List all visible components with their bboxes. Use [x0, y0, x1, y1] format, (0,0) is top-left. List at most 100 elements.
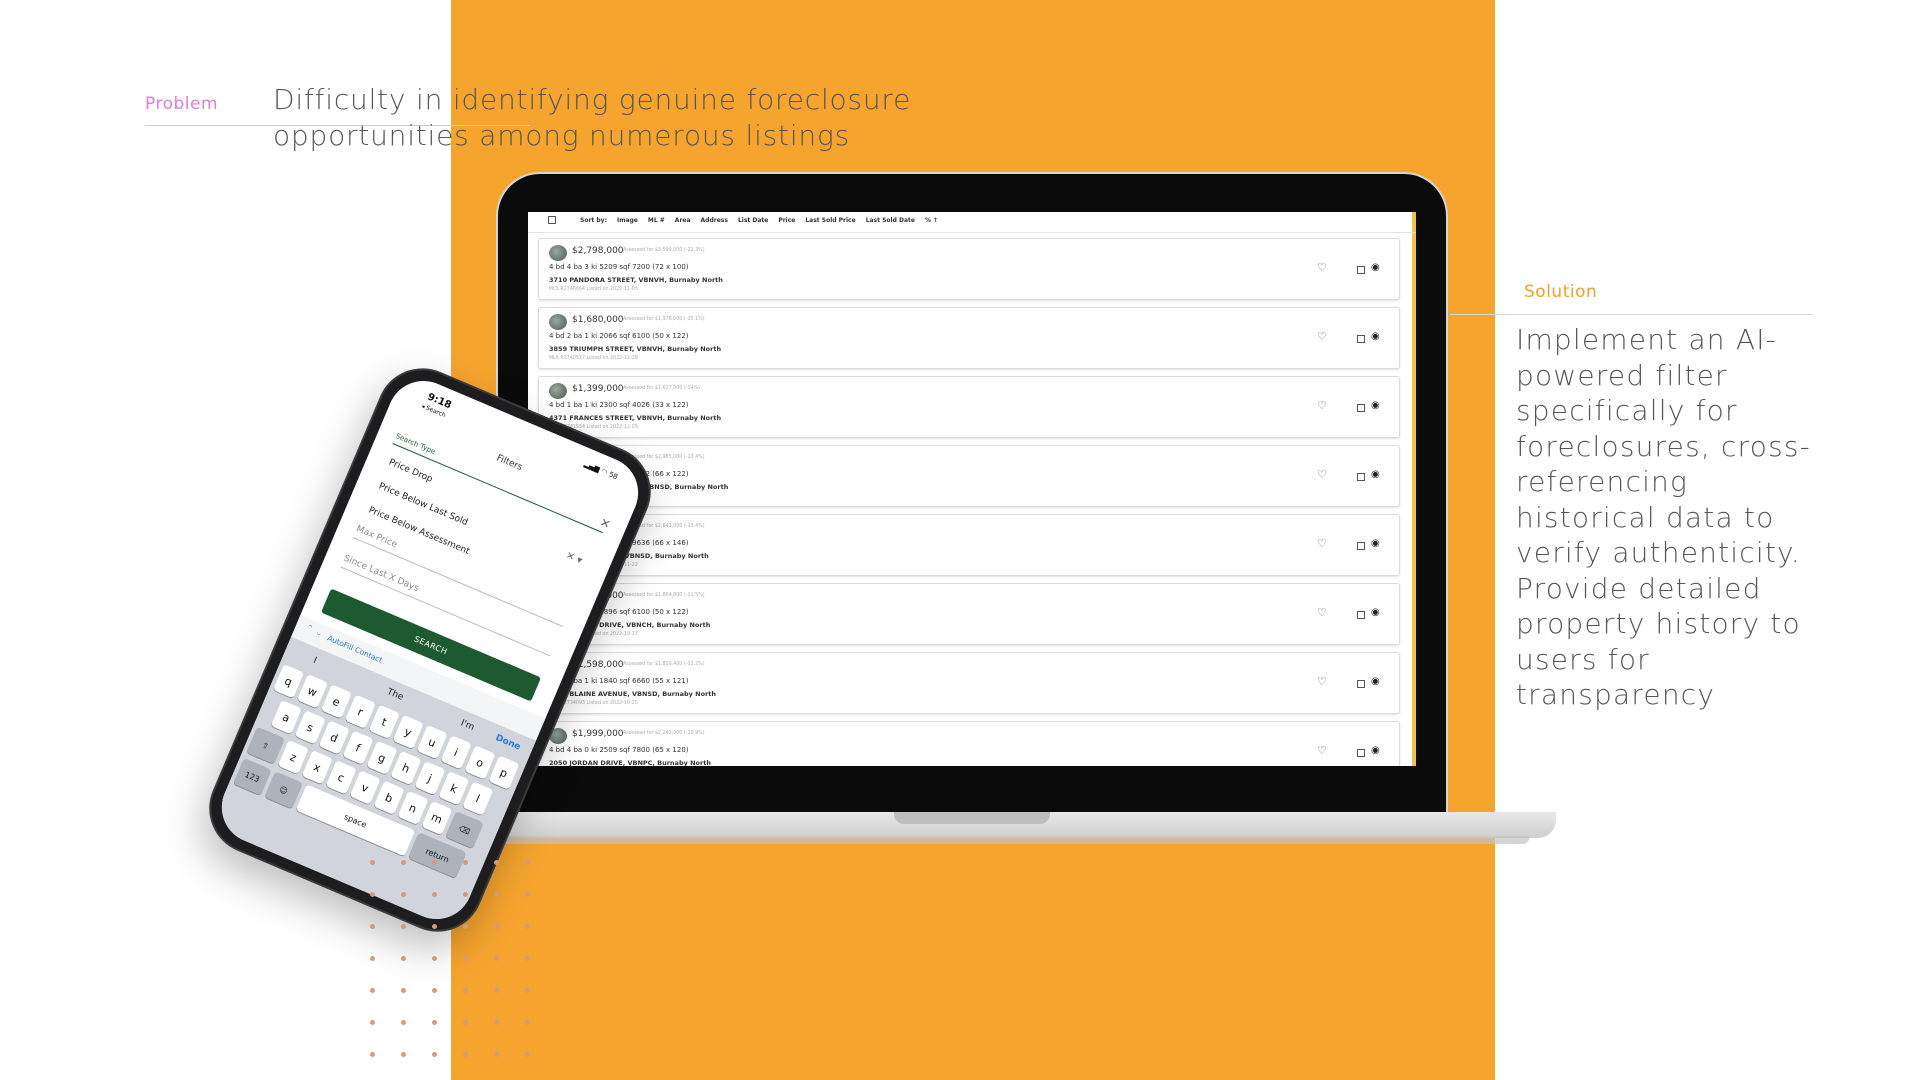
screen-edge	[1412, 212, 1416, 766]
listing-assessed: Assessed for $1,800,400 (-11.2%)	[623, 662, 705, 667]
decorative-dot	[370, 892, 375, 897]
listing-checkbox[interactable]	[1357, 542, 1365, 550]
heart-icon[interactable]: ♡	[1317, 330, 1327, 343]
listing-thumbnail[interactable]	[549, 383, 567, 399]
decorative-dot	[401, 860, 406, 865]
sort-percent[interactable]: % ↑	[925, 217, 938, 224]
sort-last-sold-date[interactable]: Last Sold Date	[866, 217, 915, 224]
listing-thumbnail[interactable]	[549, 245, 567, 261]
listing-card[interactable]: $2,798,000 Assessed for $3,599,000 (-22.3…	[538, 238, 1400, 300]
heart-icon[interactable]: ♡	[1317, 261, 1327, 274]
listing-address[interactable]: 3710 PANDORA STREET, VBNVH, Burnaby Nort…	[549, 276, 723, 284]
decorative-dot	[370, 988, 375, 993]
hide-eye-icon[interactable]: ◉	[1371, 400, 1380, 411]
listing-features: 4 bd 4 ba 0 ki 2509 sqf 7800 (65 x 120)	[549, 746, 689, 754]
listing-features: 4 bd 4 ba 3 ki 5209 sqf 7200 (72 x 100)	[549, 263, 689, 271]
decorative-dot	[463, 892, 468, 897]
decorative-dot	[525, 956, 530, 961]
sort-divider	[528, 232, 1416, 233]
listing-card[interactable]: $1,680,000 Assessed for $1,978,000 (-15.1…	[538, 307, 1400, 369]
heart-icon[interactable]: ♡	[1317, 468, 1327, 481]
sort-image[interactable]: Image	[617, 217, 638, 224]
heart-icon[interactable]: ♡	[1317, 675, 1327, 688]
sort-by-label: Sort by:	[580, 216, 607, 224]
decorative-dot	[525, 892, 530, 897]
listing-checkbox[interactable]	[1357, 335, 1365, 343]
hide-eye-icon[interactable]: ◉	[1371, 469, 1380, 480]
heart-icon[interactable]: ♡	[1317, 744, 1327, 757]
listing-address[interactable]: 2050 JORDAN DRIVE, VBNPC, Burnaby North	[549, 759, 711, 766]
sort-list-date[interactable]: List Date	[738, 217, 768, 224]
problem-label: Problem	[145, 94, 219, 114]
decorative-dot	[494, 1020, 499, 1025]
clear-icon[interactable]: ✕ ▾	[564, 550, 584, 567]
listing-mls: MLS R2746664 Listed on 2022-11-03	[549, 287, 638, 292]
hide-eye-icon[interactable]: ◉	[1371, 262, 1380, 273]
hide-eye-icon[interactable]: ◉	[1371, 538, 1380, 549]
listing-checkbox[interactable]	[1357, 404, 1365, 412]
decorative-dot	[370, 1052, 375, 1057]
hide-eye-icon[interactable]: ◉	[1371, 607, 1380, 618]
listing-card[interactable]: $2,288,000Assessed for $2,641,000 (-13.4…	[538, 514, 1400, 576]
option-price-drop[interactable]: Price Drop	[387, 458, 434, 485]
decorative-dot	[432, 860, 437, 865]
listing-card[interactable]: $1,399,000 Assessed for $1,627,000 (-14%)…	[538, 376, 1400, 438]
sort-address[interactable]: Address	[701, 217, 728, 224]
listing-checkbox[interactable]	[1357, 749, 1365, 757]
listing-assessed: Assessed for $1,978,000 (-15.1%)	[623, 317, 705, 322]
listing-thumbnail[interactable]	[549, 314, 567, 330]
decorative-dot	[463, 956, 468, 961]
hide-eye-icon[interactable]: ◉	[1371, 676, 1380, 687]
listing-address[interactable]: 1735 BLAINE AVENUE, VBNSD, Burnaby North	[549, 690, 716, 698]
heart-icon[interactable]: ♡	[1317, 606, 1327, 619]
heart-icon[interactable]: ♡	[1317, 537, 1327, 550]
sort-last-sold-price[interactable]: Last Sold Price	[805, 217, 855, 224]
laptop-shadow	[440, 836, 1530, 844]
decorative-dot-grid	[370, 860, 550, 1070]
listing-mls: MLS R2740517 Listed on 2022-11-28	[549, 356, 638, 361]
heart-icon[interactable]: ♡	[1317, 399, 1327, 412]
listing-card[interactable]: $2,586,000Assessed for $2,985,000 (-13.4…	[538, 445, 1400, 507]
decorative-dot	[494, 956, 499, 961]
listing-checkbox[interactable]	[1357, 611, 1365, 619]
listing-price: $1,680,000	[572, 315, 624, 325]
listing-card[interactable]: $1,598,000 Assessed for $1,800,400 (-11.2…	[538, 652, 1400, 714]
listing-features: 4 bd 1 ba 1 ki 2300 sqf 4026 (33 x 122)	[549, 401, 689, 409]
listing-checkbox[interactable]	[1357, 266, 1365, 274]
listing-address[interactable]: 4371 FRANCES STREET, VBNVH, Burnaby Nort…	[549, 414, 721, 422]
decorative-dot	[370, 956, 375, 961]
sort-ml[interactable]: ML #	[648, 217, 665, 224]
decorative-dot	[463, 924, 468, 929]
listing-assessed: Assessed for $1,627,000 (-14%)	[623, 386, 700, 391]
listing-assessed: Assessed for $2,242,000 (-10.9%)	[623, 731, 705, 736]
listing-features: 4 bd 2 ba 1 ki 2066 sqf 6100 (50 x 122)	[549, 332, 689, 340]
listing-address[interactable]: 3859 TRIUMPH STREET, VBNVH, Burnaby Nort…	[549, 345, 721, 353]
decorative-dot	[401, 892, 406, 897]
decorative-dot	[432, 892, 437, 897]
decorative-dot	[401, 924, 406, 929]
listing-price: $2,798,000	[572, 246, 624, 256]
decorative-dot	[401, 988, 406, 993]
listing-price: $1,399,000	[572, 384, 624, 394]
decorative-dot	[494, 860, 499, 865]
solution-text: Implement an AI-powered filter specifica…	[1516, 323, 1811, 711]
hide-eye-icon[interactable]: ◉	[1371, 331, 1380, 342]
close-icon[interactable]: ✕	[598, 515, 613, 532]
decorative-dot	[432, 1020, 437, 1025]
listing-card[interactable]: $1,650,000Assessed for $1,864,800 (-11.5…	[538, 583, 1400, 645]
hide-eye-icon[interactable]: ◉	[1371, 745, 1380, 756]
decorative-dot	[494, 988, 499, 993]
decorative-dot	[432, 956, 437, 961]
decorative-dot	[494, 1052, 499, 1057]
sort-area[interactable]: Area	[675, 217, 691, 224]
listing-checkbox[interactable]	[1357, 680, 1365, 688]
select-all-checkbox[interactable]	[548, 216, 556, 224]
decorative-dot	[494, 892, 499, 897]
sort-price[interactable]: Price	[778, 217, 795, 224]
listing-card[interactable]: $1,999,000 Assessed for $2,242,000 (-10.9…	[538, 721, 1400, 766]
sort-bar: Sort by: Image ML # Area Address List Da…	[548, 214, 938, 226]
listing-checkbox[interactable]	[1357, 473, 1365, 481]
decorative-dot	[432, 924, 437, 929]
decorative-dot	[525, 1052, 530, 1057]
decorative-dot	[370, 860, 375, 865]
